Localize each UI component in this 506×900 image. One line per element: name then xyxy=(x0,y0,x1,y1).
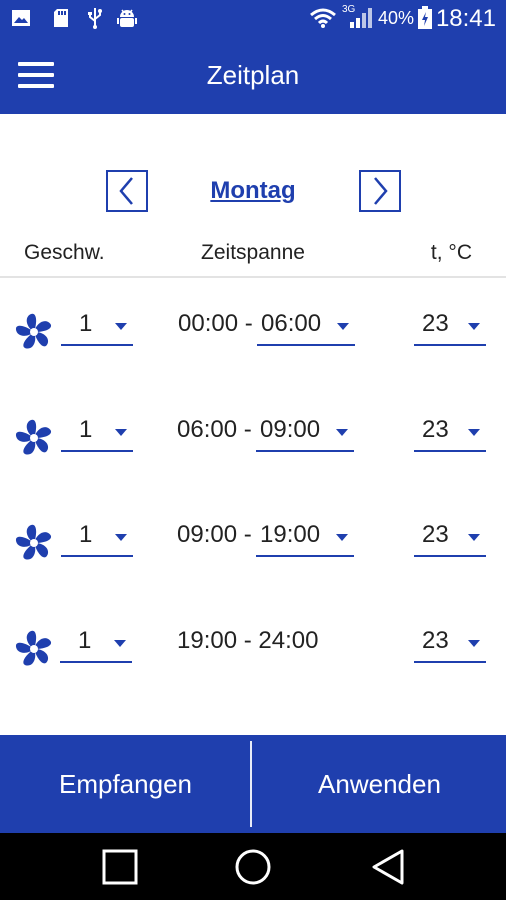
temperature-dropdown[interactable]: 23 xyxy=(414,621,486,663)
sd-card-icon xyxy=(50,7,72,29)
dropdown-caret-icon xyxy=(468,429,480,436)
battery-charging-icon xyxy=(414,6,436,29)
system-navigation-bar xyxy=(0,833,506,900)
timespan-end-value: 19:00 xyxy=(260,521,321,548)
dropdown-caret-icon xyxy=(115,429,127,436)
apply-button[interactable]: Anwenden xyxy=(253,735,506,833)
fan-icon xyxy=(15,524,52,560)
dropdown-caret-icon xyxy=(337,323,349,330)
timespan-value: 19:00 - 24:00 xyxy=(177,627,319,654)
dropdown-caret-icon xyxy=(114,640,126,647)
chevron-left-icon xyxy=(119,177,133,205)
temperature-dropdown[interactable]: 23 xyxy=(414,515,486,557)
dropdown-caret-icon xyxy=(468,640,480,647)
fan-icon xyxy=(15,630,52,666)
dropdown-caret-icon xyxy=(115,534,127,541)
back-icon[interactable] xyxy=(368,847,408,887)
usb-icon xyxy=(84,7,106,29)
timespan-end-value: 09:00 xyxy=(260,416,321,443)
clock: 18:41 xyxy=(435,5,496,32)
schedule-row: 1 00:00 - 06:00 23 xyxy=(0,304,506,364)
dropdown-caret-icon xyxy=(468,323,480,330)
battery-percent: 40% xyxy=(378,8,415,28)
fan-icon xyxy=(15,419,52,455)
timespan-end-dropdown[interactable]: 09:00 xyxy=(256,410,354,452)
app-bar: Zeitplan xyxy=(0,36,506,114)
image-icon xyxy=(10,7,32,29)
recent-apps-icon[interactable] xyxy=(100,847,140,887)
timespan-start: 09:00 - xyxy=(177,521,252,548)
divider xyxy=(250,741,252,827)
column-headers: Geschw. Zeitspanne t, °C xyxy=(0,238,506,278)
receive-button[interactable]: Empfangen xyxy=(0,735,251,833)
temperature-value: 23 xyxy=(422,310,449,337)
column-header-temperature: t, °C xyxy=(430,241,472,264)
timespan-end-value: 06:00 xyxy=(261,310,322,337)
temperature-dropdown[interactable]: 23 xyxy=(414,410,486,452)
speed-dropdown[interactable]: 1 xyxy=(61,515,133,557)
page-title: Zeitplan xyxy=(206,60,300,90)
timespan-start: 06:00 - xyxy=(177,416,252,443)
previous-day-button[interactable] xyxy=(106,170,148,212)
home-icon[interactable] xyxy=(233,847,273,887)
schedule-row: 1 09:00 - 19:00 23 xyxy=(0,515,506,575)
speed-dropdown[interactable]: 1 xyxy=(60,621,132,663)
signal-icon xyxy=(348,7,374,29)
timespan-end-dropdown[interactable]: 06:00 xyxy=(257,304,355,346)
timespan-end-dropdown[interactable]: 19:00 xyxy=(256,515,354,557)
speed-value: 1 xyxy=(79,521,93,548)
temperature-value: 23 xyxy=(422,627,449,654)
temperature-value: 23 xyxy=(422,521,449,548)
temperature-dropdown[interactable]: 23 xyxy=(414,304,486,346)
next-day-button[interactable] xyxy=(359,170,401,212)
fan-icon xyxy=(15,313,52,349)
day-selector: Montag xyxy=(0,168,506,216)
dropdown-caret-icon xyxy=(115,323,127,330)
dropdown-caret-icon xyxy=(468,534,480,541)
dropdown-caret-icon xyxy=(336,534,348,541)
speed-dropdown[interactable]: 1 xyxy=(61,304,133,346)
speed-value: 1 xyxy=(79,310,93,337)
android-debug-icon xyxy=(116,7,138,29)
chevron-right-icon xyxy=(374,177,388,205)
timespan-start: 00:00 - xyxy=(178,310,253,337)
schedule-row: 1 19:00 - 24:00 23 xyxy=(0,621,506,681)
speed-value: 1 xyxy=(79,416,93,443)
schedule-row: 1 06:00 - 09:00 23 xyxy=(0,410,506,470)
action-bar: Empfangen Anwenden xyxy=(0,735,506,833)
status-bar: 3G 40% 18:41 xyxy=(0,0,506,36)
day-label[interactable]: Montag xyxy=(150,177,356,205)
speed-value: 1 xyxy=(78,627,92,654)
speed-dropdown[interactable]: 1 xyxy=(61,410,133,452)
wifi-icon xyxy=(308,7,338,29)
temperature-value: 23 xyxy=(422,416,449,443)
dropdown-caret-icon xyxy=(336,429,348,436)
